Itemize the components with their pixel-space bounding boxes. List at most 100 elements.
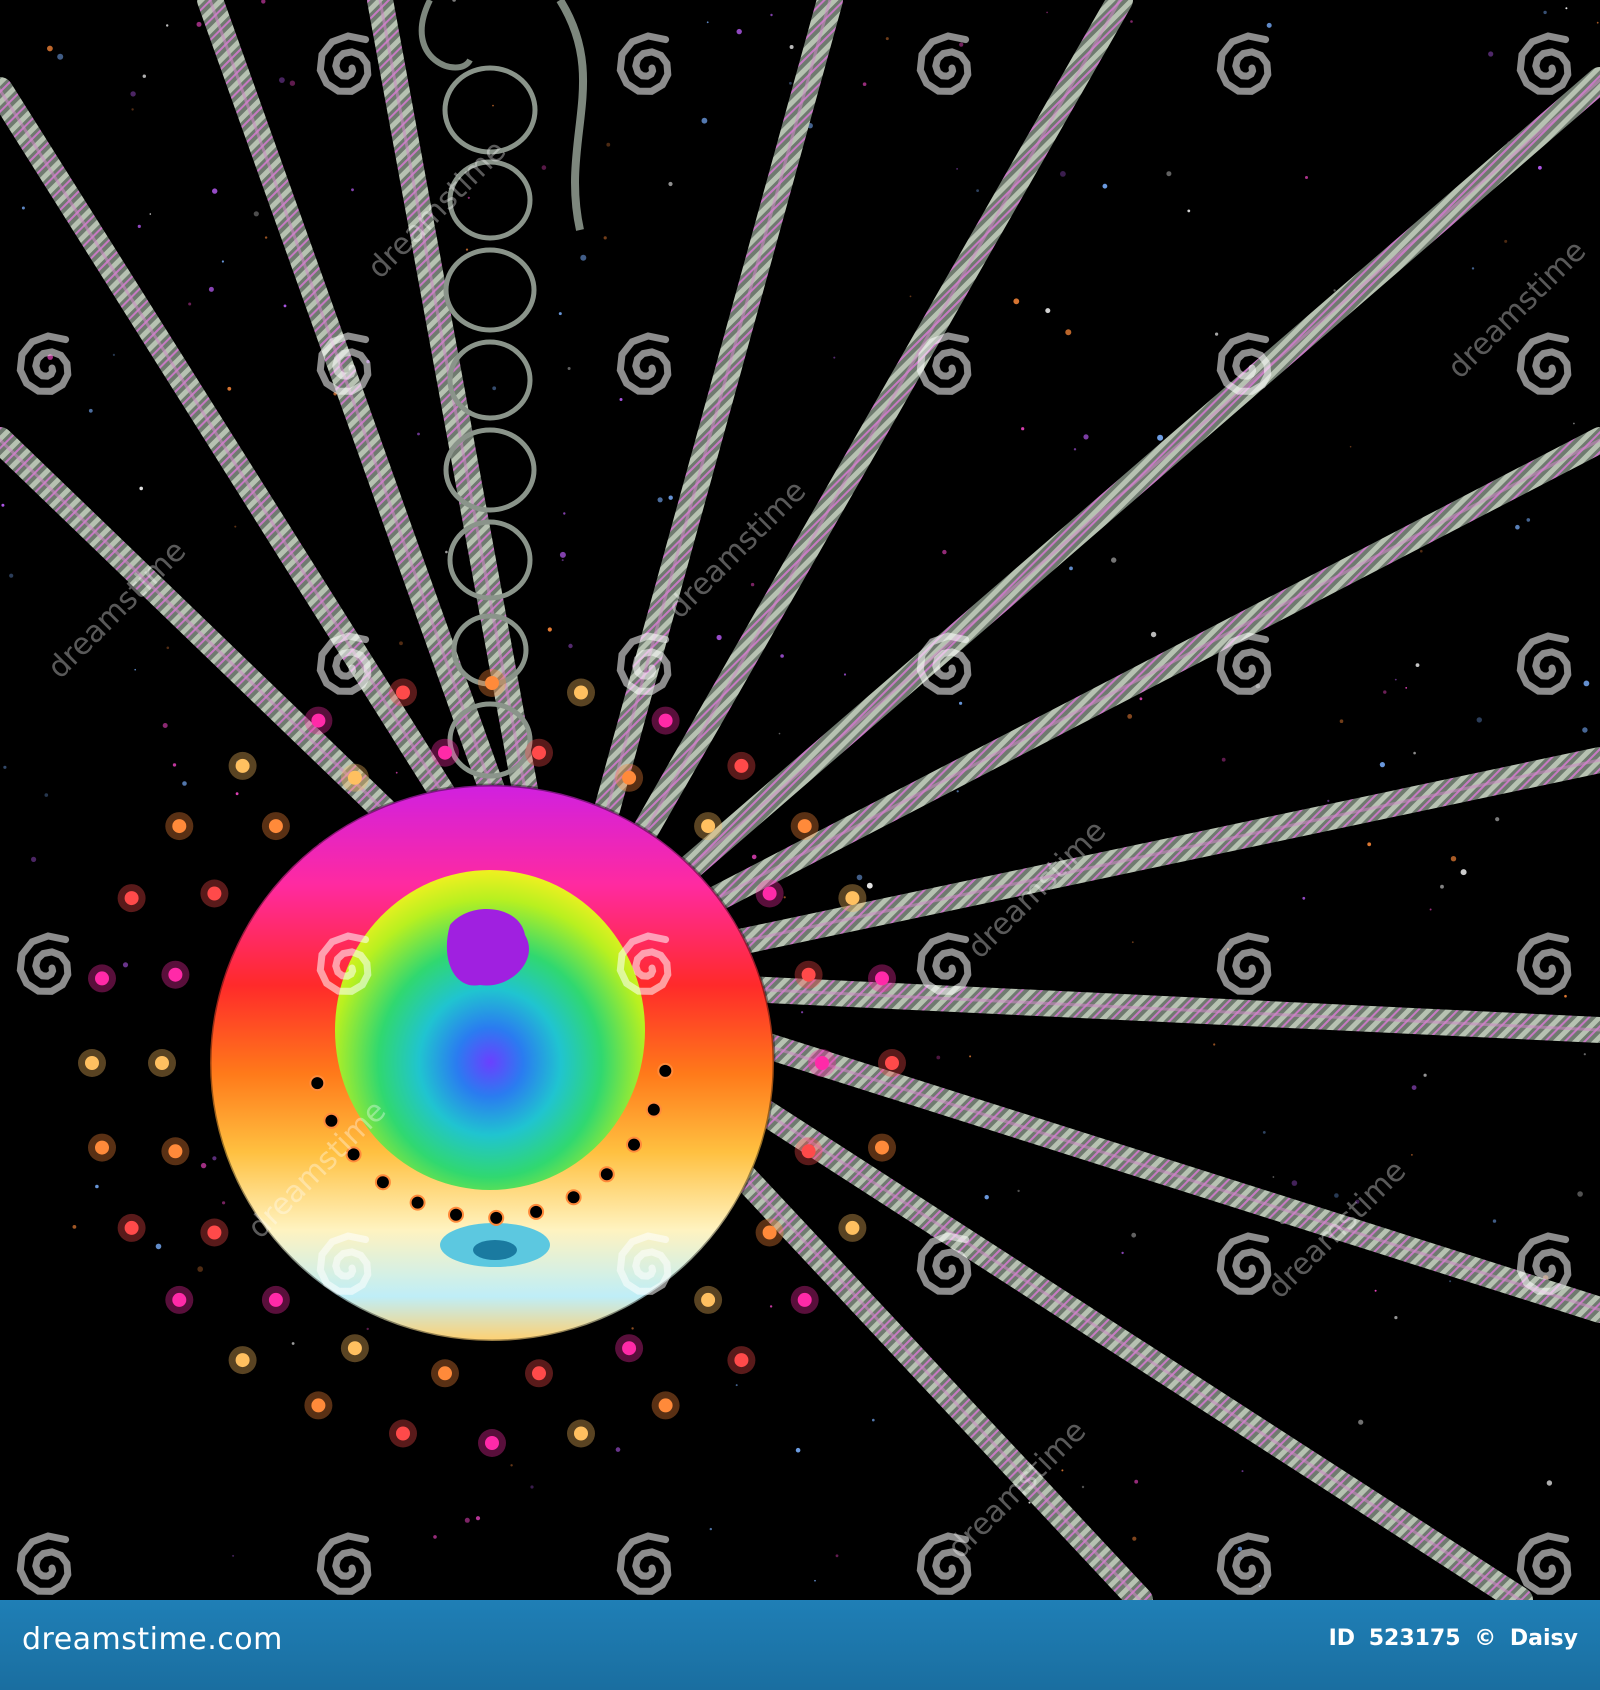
dust-speck [1065,329,1072,336]
orbit-bead [797,1292,812,1307]
dust-speck [1262,1131,1266,1134]
dust-speck [1394,1316,1398,1320]
dust-speck [1495,817,1500,822]
dust-speck [631,1327,634,1330]
dust-speck [1291,1180,1298,1186]
dust-speck [959,701,963,705]
dust-speck [843,673,847,676]
dust-speck [30,856,37,863]
orbit-bead [885,1056,899,1070]
dust-speck [172,763,177,767]
dust-speck [1127,714,1133,719]
dust-speck [1577,1191,1583,1197]
dust-speck [235,792,239,796]
dust-speck [182,781,187,786]
dust-speck [1546,1480,1553,1486]
dust-speck [1081,1485,1085,1489]
dust-speck [976,189,979,193]
dust-speck [1272,1176,1275,1178]
dust-speck [1564,994,1567,998]
dust-speck [21,206,25,210]
orbit-bead [622,770,637,785]
orbit-bead [168,1144,183,1159]
inner-bead [409,1194,426,1211]
dust-speck [833,356,836,359]
dust-speck [568,643,573,649]
dust-speck [465,248,469,251]
dust-speck [227,386,232,391]
dust-speck [706,21,709,24]
orbit-bead [797,819,812,834]
dust-speck [603,236,607,240]
dust-speck [1379,762,1385,768]
dust-speck [291,1342,295,1345]
orbit-bead [124,1220,139,1235]
dust-speck [770,13,773,17]
dust-speck [57,53,64,60]
orbit-bead [845,1220,860,1235]
dust-speck [1131,941,1134,944]
orbit-bead [172,1292,187,1307]
dust-speck [814,1579,816,1582]
footer-bar: dreamstime.com ID 523175 © Daisy [0,1600,1600,1690]
dust-speck [780,654,784,658]
orbit-bead [207,886,222,901]
dust-speck [1157,434,1164,441]
orbit-bead [268,819,283,834]
fractal-disc [208,783,776,1343]
dust-speck [1187,209,1191,213]
orbit-bead [347,1341,362,1356]
dust-speck [872,1418,875,1422]
dust-speck [264,236,268,239]
dust-speck [130,91,136,97]
dust-speck [166,24,169,27]
orbit-bead [438,1366,452,1381]
dust-speck [1582,727,1588,733]
dust-speck [709,1527,712,1531]
dust-speck [1583,1053,1586,1056]
dust-speck [1367,842,1372,847]
dust-speck [1358,1419,1364,1425]
dust-speck [615,1447,621,1452]
dust-speck [492,104,494,107]
orbit-bead [168,967,183,982]
dust-speck [984,1195,989,1200]
dust-speck [1583,680,1590,687]
orbit-bead [734,758,749,773]
dust-speck [44,793,49,797]
dust-speck [72,1225,77,1229]
dust-speck [1349,445,1352,448]
orbit-bead [396,685,410,700]
dust-speck [736,28,742,35]
dust-speck [1111,557,1117,563]
dust-speck [735,1384,738,1387]
dust-speck [1471,267,1475,270]
orbit-bead [574,1426,588,1441]
orbit-bead [268,1292,283,1307]
dust-speck [395,771,398,774]
dust-speck [279,77,285,83]
dust-speck [3,765,7,769]
orbit-bead [701,819,716,834]
dust-speck [959,42,964,47]
dust-speck [1121,1251,1124,1255]
dust-speck [212,188,218,194]
dust-speck [253,211,259,217]
footer-site-name[interactable]: dreamstime.com [22,1622,283,1657]
orbit-bead [762,1225,777,1240]
dust-speck [1394,678,1397,681]
dust-speck [1411,1154,1413,1156]
dust-speck [561,559,564,562]
dust-speck [1374,1289,1377,1292]
orbit-bead [875,1140,889,1155]
dust-speck [1339,719,1344,723]
inner-bead [309,1075,326,1092]
dust-speck [1420,549,1423,553]
dust-speck [289,80,296,86]
dust-speck [1302,896,1306,900]
dust-speck [856,874,863,881]
dust-speck [1492,1219,1497,1223]
dust-speck [9,573,14,578]
dust-speck [1045,308,1051,314]
dust-speck [1046,11,1048,14]
